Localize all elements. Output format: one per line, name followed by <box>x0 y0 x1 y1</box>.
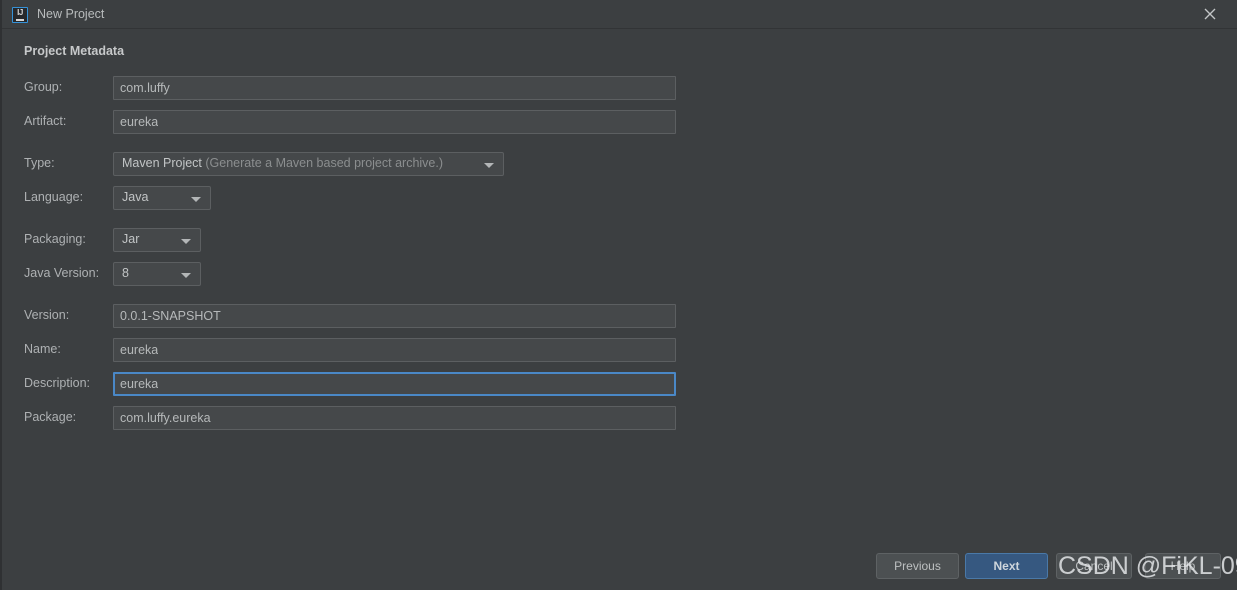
intellij-idea-icon: IJ <box>12 7 28 23</box>
group-input-value: com.luffy <box>114 81 170 95</box>
description-input-value: eureka <box>115 377 158 391</box>
chevron-down-icon <box>191 197 201 202</box>
label-packaging: Packaging: <box>24 232 86 246</box>
package-input-value: com.luffy.eureka <box>114 411 211 425</box>
name-input-value: eureka <box>114 343 158 357</box>
artifact-input-value: eureka <box>114 115 158 129</box>
language-select[interactable]: Java <box>113 186 211 210</box>
type-select-hint: (Generate a Maven based project archive.… <box>205 156 443 170</box>
title-bar: IJ New Project <box>2 0 1237 29</box>
description-input[interactable]: eureka <box>113 372 676 396</box>
type-select-value: Maven Project <box>122 156 202 170</box>
app-icon-underline <box>16 19 24 21</box>
label-name: Name: <box>24 342 61 356</box>
page-title: Project Metadata <box>24 44 124 58</box>
window-title: New Project <box>37 6 104 23</box>
group-input[interactable]: com.luffy <box>113 76 676 100</box>
artifact-input[interactable]: eureka <box>113 110 676 134</box>
chevron-down-icon <box>181 273 191 278</box>
label-group: Group: <box>24 80 62 94</box>
chevron-down-icon <box>484 163 494 168</box>
label-description: Description: <box>24 376 90 390</box>
label-type: Type: <box>24 156 55 170</box>
label-java-version: Java Version: <box>24 266 99 280</box>
name-input[interactable]: eureka <box>113 338 676 362</box>
package-input[interactable]: com.luffy.eureka <box>113 406 676 430</box>
next-button[interactable]: Next <box>965 553 1048 579</box>
label-package: Package: <box>24 410 76 424</box>
chevron-down-icon <box>181 239 191 244</box>
packaging-select-value: Jar <box>122 232 139 246</box>
new-project-dialog: IJ New Project Project Metadata Group: c… <box>0 0 1237 590</box>
language-select-value: Java <box>122 190 148 204</box>
cancel-button[interactable]: Cancel <box>1056 553 1132 579</box>
type-select[interactable]: Maven Project (Generate a Maven based pr… <box>113 152 504 176</box>
version-input-value: 0.0.1-SNAPSHOT <box>114 309 221 323</box>
previous-button[interactable]: Previous <box>876 553 959 579</box>
label-artifact: Artifact: <box>24 114 66 128</box>
packaging-select[interactable]: Jar <box>113 228 201 252</box>
java-version-select[interactable]: 8 <box>113 262 201 286</box>
app-icon-text: IJ <box>13 7 27 18</box>
java-version-select-value: 8 <box>122 266 129 280</box>
help-button[interactable]: Help <box>1145 553 1221 579</box>
label-version: Version: <box>24 308 69 322</box>
label-language: Language: <box>24 190 83 204</box>
close-glyph <box>1204 8 1216 20</box>
close-icon[interactable] <box>1191 0 1229 29</box>
type-select-text: Maven Project (Generate a Maven based pr… <box>122 156 443 170</box>
version-input[interactable]: 0.0.1-SNAPSHOT <box>113 304 676 328</box>
